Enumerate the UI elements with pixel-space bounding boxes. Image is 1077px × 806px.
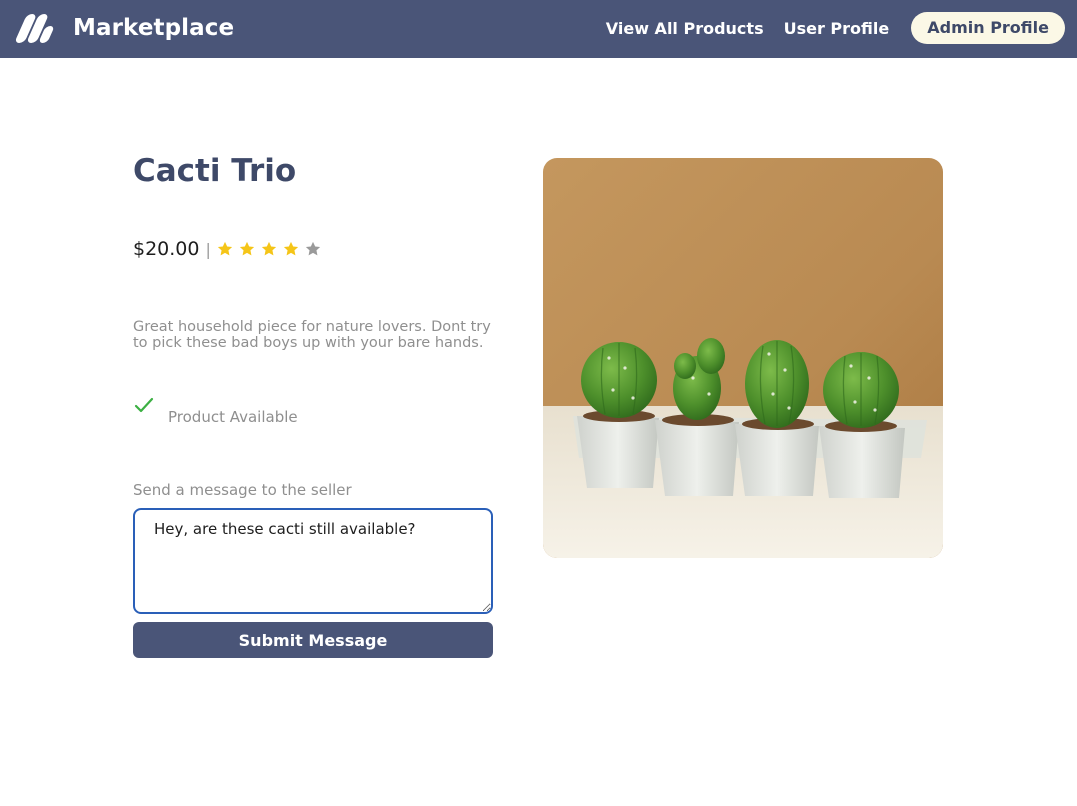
brand-link[interactable]: Marketplace	[14, 12, 234, 44]
checkmark-icon	[134, 397, 154, 413]
star-filled-icon	[261, 241, 276, 256]
message-textarea[interactable]: Hey, are these cacti still available?	[133, 508, 493, 614]
cacti-photo	[543, 158, 943, 558]
star-empty-icon	[305, 241, 320, 256]
nav-link-user-profile[interactable]: User Profile	[784, 19, 890, 38]
nav-links: View All Products User Profile Admin Pro…	[586, 12, 1065, 44]
availability-text: Product Available	[168, 408, 298, 426]
submit-message-button[interactable]: Submit Message	[133, 622, 493, 658]
star-filled-icon	[217, 241, 232, 256]
price-rating-row: $20.00 |	[133, 238, 326, 260]
product-price: $20.00	[133, 238, 200, 260]
star-filled-icon	[283, 241, 298, 256]
brand-name: Marketplace	[73, 15, 235, 41]
marketplace-logo-icon	[15, 14, 54, 43]
nav-link-admin-profile[interactable]: Admin Profile	[911, 12, 1065, 44]
product-title: Cacti Trio	[133, 153, 297, 189]
star-filled-icon	[239, 241, 254, 256]
star-rating	[216, 240, 326, 258]
nav-link-view-all-products[interactable]: View All Products	[606, 19, 764, 38]
price-separator: |	[205, 239, 211, 259]
top-navbar: Marketplace View All Products User Profi…	[0, 0, 1077, 58]
availability-status: Product Available	[133, 396, 298, 426]
message-label: Send a message to the seller	[133, 481, 352, 499]
product-description: Great household piece for nature lovers.…	[133, 319, 491, 351]
